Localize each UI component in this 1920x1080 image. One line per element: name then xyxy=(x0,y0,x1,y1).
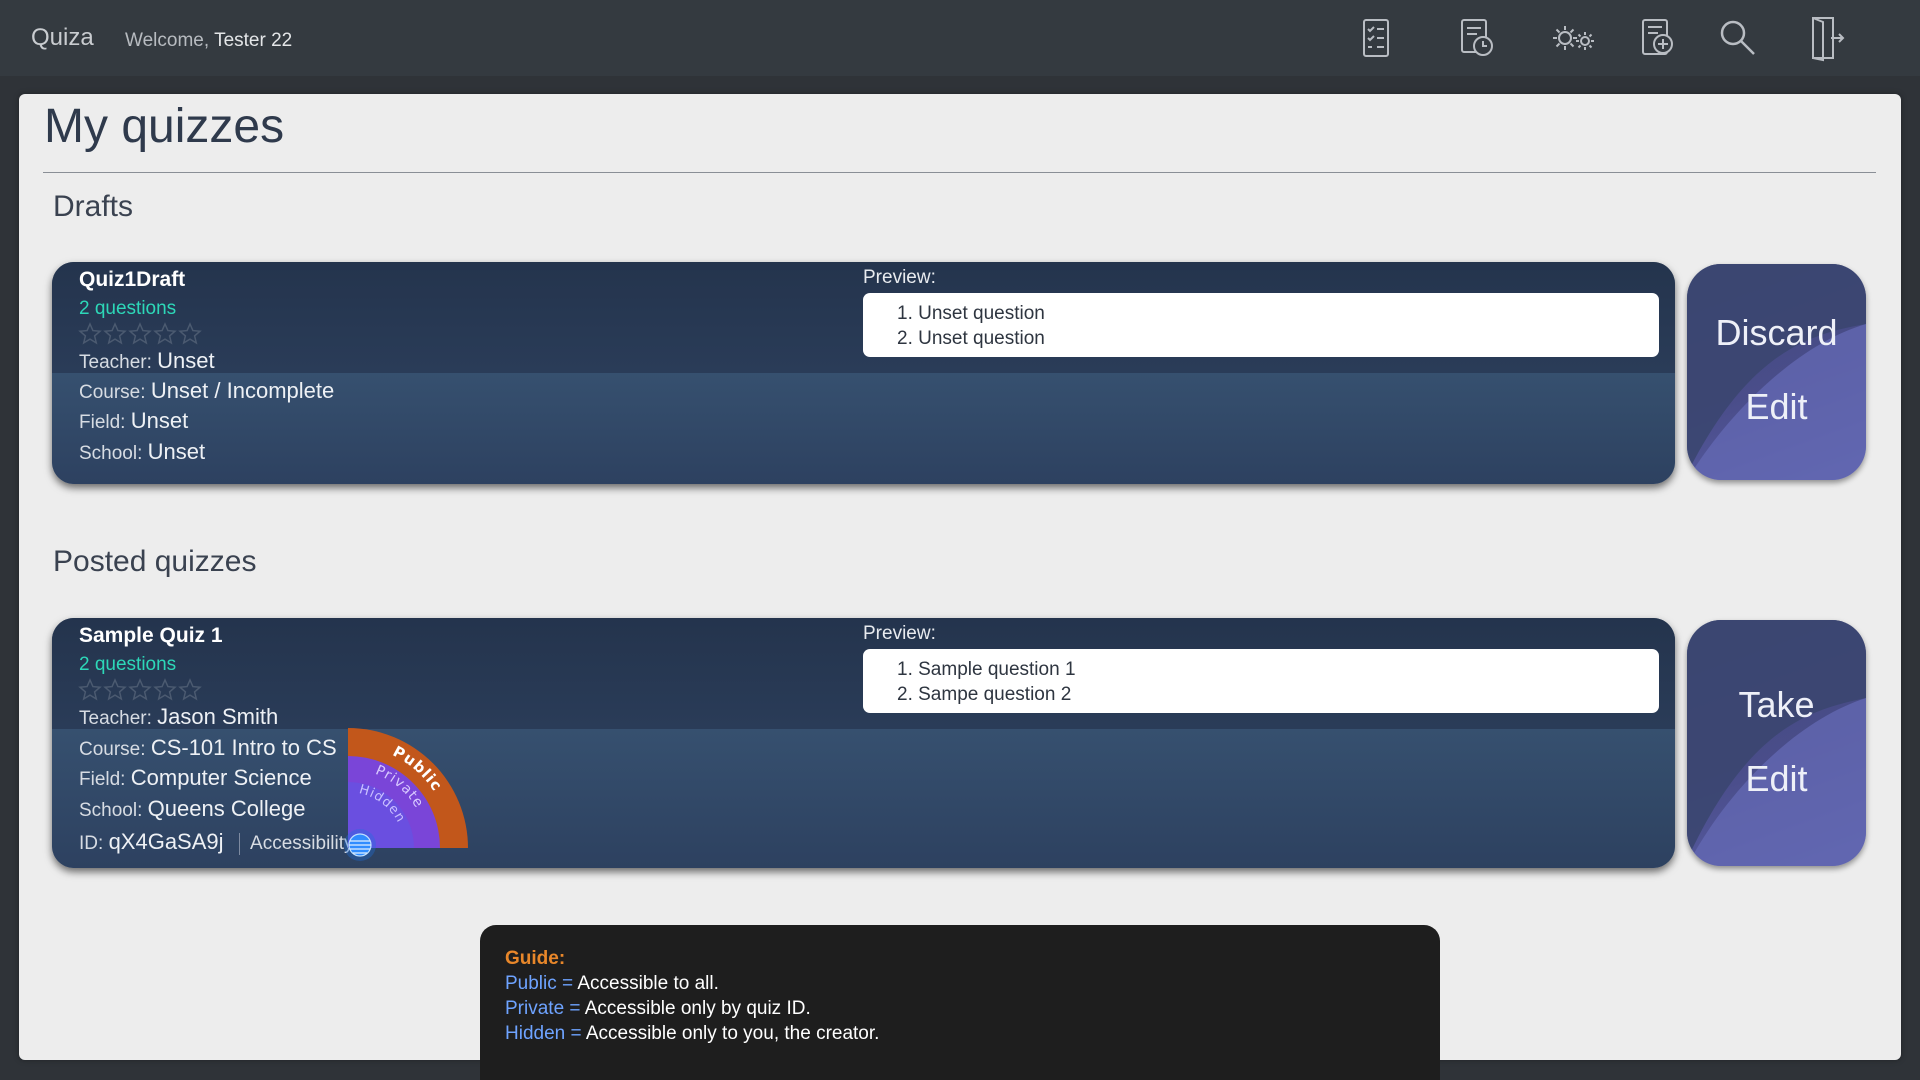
id-label: ID: xyxy=(79,833,104,854)
draft-action-tile: Discard Edit xyxy=(1687,264,1866,480)
quiz-title: Quiz1Draft xyxy=(79,268,186,291)
quiz-id-value: qX4GaSA9j xyxy=(108,829,224,854)
star-icon[interactable] xyxy=(78,678,102,702)
teacher-row: Teacher: Jason Smith xyxy=(79,704,278,730)
preview-question: 2. Sampe question 2 xyxy=(897,684,1072,705)
tile-wave-decoration xyxy=(1687,264,1866,480)
guide-desc: Accessible to all. xyxy=(577,973,719,994)
star-icon[interactable] xyxy=(153,678,177,702)
discard-button[interactable]: Discard xyxy=(1687,312,1866,354)
page-title: My quizzes xyxy=(44,100,285,153)
create-quiz-icon[interactable] xyxy=(1633,14,1681,62)
star-icon xyxy=(178,322,202,345)
username: Tester 22 xyxy=(214,30,293,51)
field-value: Unset xyxy=(130,408,189,433)
draft-quiz-card[interactable]: Quiz1Draft 2 questions Teacher: Unset Co… xyxy=(52,262,1675,484)
search-icon[interactable] xyxy=(1714,14,1762,62)
preview-box: 1. Unset question 2. Unset question xyxy=(863,293,1659,357)
course-row: Course: CS-101 Intro to CS xyxy=(79,735,337,761)
school-row: School: Queens College xyxy=(79,796,305,822)
course-value: Unset / Incomplete xyxy=(150,378,335,403)
tile-wave-decoration xyxy=(1687,620,1866,866)
preview-question: 1. Unset question xyxy=(897,303,1045,324)
school-value: Queens College xyxy=(147,796,306,821)
id-row: ID: qX4GaSA9j Accessibility: xyxy=(79,829,359,855)
school-label: School: xyxy=(79,443,143,464)
field-label: Field: xyxy=(79,412,126,433)
guide-title: Guide: xyxy=(505,948,566,969)
teacher-label: Teacher: xyxy=(79,352,152,373)
field-label: Field: xyxy=(79,769,126,790)
preview-label: Preview: xyxy=(863,267,936,288)
guide-item-hidden: Hidden = Accessible only to you, the cre… xyxy=(505,1021,1440,1046)
preview-label: Preview: xyxy=(863,623,936,644)
edit-button[interactable]: Edit xyxy=(1687,386,1866,428)
guide-term: Private = xyxy=(505,998,581,1019)
settings-icon[interactable] xyxy=(1545,14,1601,62)
field-value: Computer Science xyxy=(130,765,312,790)
main-panel: My quizzes Drafts Quiz1Draft 2 questions… xyxy=(19,94,1901,1060)
guide-term: Hidden = xyxy=(505,1023,582,1044)
guide-desc: Accessible only by quiz ID. xyxy=(584,998,811,1019)
rating-stars xyxy=(78,322,203,348)
welcome-text: Welcome, Tester 22 xyxy=(125,30,292,52)
school-label: School: xyxy=(79,800,143,821)
course-label: Course: xyxy=(79,382,146,403)
logout-icon[interactable] xyxy=(1801,14,1849,62)
globe-icon[interactable] xyxy=(342,827,378,863)
rating-stars xyxy=(78,678,203,704)
star-icon xyxy=(128,322,152,345)
my-quizzes-icon[interactable] xyxy=(1352,14,1400,62)
course-label: Course: xyxy=(79,739,146,760)
preview-question: 2. Unset question xyxy=(897,328,1045,349)
top-bar: Quiza Welcome, Tester 22 xyxy=(0,0,1920,76)
posted-quiz-card[interactable]: Sample Quiz 1 2 questions Teacher: Jason… xyxy=(52,618,1675,868)
field-row: Field: Unset xyxy=(79,408,188,434)
school-value: Unset xyxy=(147,439,206,464)
guide-item-public: Public = Accessible to all. xyxy=(505,971,1440,996)
course-value: CS-101 Intro to CS xyxy=(150,735,337,760)
course-row: Course: Unset / Incomplete xyxy=(79,378,334,404)
star-icon[interactable] xyxy=(128,678,152,702)
welcome-prefix: Welcome, xyxy=(125,30,210,51)
question-count: 2 questions xyxy=(79,654,177,675)
teacher-row: Teacher: Unset xyxy=(79,348,215,374)
preview-question: 1. Sample question 1 xyxy=(897,659,1076,680)
title-divider xyxy=(43,172,1876,173)
field-row: Field: Computer Science xyxy=(79,765,312,791)
divider xyxy=(238,832,240,855)
take-button[interactable]: Take xyxy=(1687,684,1866,726)
star-icon xyxy=(103,322,127,345)
preview-box: 1. Sample question 1 2. Sampe question 2 xyxy=(863,649,1659,713)
star-icon xyxy=(78,322,102,345)
accessibility-guide: Guide: Public = Accessible to all. Priva… xyxy=(480,925,1440,1080)
edit-button[interactable]: Edit xyxy=(1687,758,1866,800)
guide-desc: Accessible only to you, the creator. xyxy=(585,1023,880,1044)
history-icon[interactable] xyxy=(1452,14,1500,62)
star-icon[interactable] xyxy=(103,678,127,702)
guide-term: Public = xyxy=(505,973,574,994)
star-icon xyxy=(153,322,177,345)
brand-logo[interactable]: Quiza xyxy=(31,24,94,52)
quiz-title: Sample Quiz 1 xyxy=(79,624,223,647)
star-icon[interactable] xyxy=(178,678,202,702)
drafts-heading: Drafts xyxy=(53,190,134,223)
posted-action-tile: Take Edit xyxy=(1687,620,1866,866)
question-count: 2 questions xyxy=(79,298,177,319)
guide-item-private: Private = Accessible only by quiz ID. xyxy=(505,996,1440,1021)
teacher-label: Teacher: xyxy=(79,708,152,729)
teacher-value: Jason Smith xyxy=(157,704,279,729)
teacher-value: Unset xyxy=(157,348,215,373)
school-row: School: Unset xyxy=(79,439,205,465)
posted-heading: Posted quizzes xyxy=(53,545,257,578)
